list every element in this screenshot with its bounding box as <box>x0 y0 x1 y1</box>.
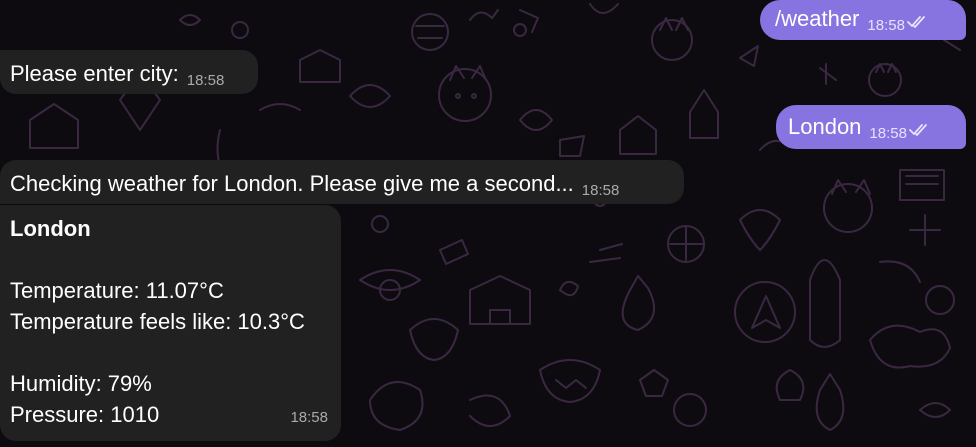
weather-temperature: Temperature: 11.07°C <box>10 278 224 303</box>
outgoing-message-weather-command[interactable]: /weather 18:58 <box>760 0 966 40</box>
incoming-message-weather-result[interactable]: London Temperature: 11.07°C Temperature … <box>0 205 341 441</box>
message-time: 18:58 <box>290 409 328 426</box>
message-text: London <box>788 114 862 139</box>
message-time: 18:58 <box>186 72 225 89</box>
message-text: /weather <box>775 6 860 31</box>
message-time: 18:58 <box>581 182 620 199</box>
incoming-message-enter-city[interactable]: Please enter city: 18:58 <box>0 50 258 94</box>
message-text: Please enter city: <box>10 61 179 86</box>
incoming-message-checking-weather[interactable]: Checking weather for London. Please give… <box>0 160 684 204</box>
weather-humidity: Humidity: 79% <box>10 371 152 396</box>
message-time: 18:58 <box>867 17 905 34</box>
outgoing-message-city[interactable]: London 18:58 <box>776 105 966 149</box>
message-text: Checking weather for London. Please give… <box>10 171 574 196</box>
message-time: 18:58 <box>869 125 907 142</box>
read-double-check-icon <box>907 5 927 36</box>
read-double-check-icon <box>909 113 929 144</box>
weather-feels-like: Temperature feels like: 10.3°C <box>10 309 305 334</box>
weather-city: London <box>10 216 91 241</box>
